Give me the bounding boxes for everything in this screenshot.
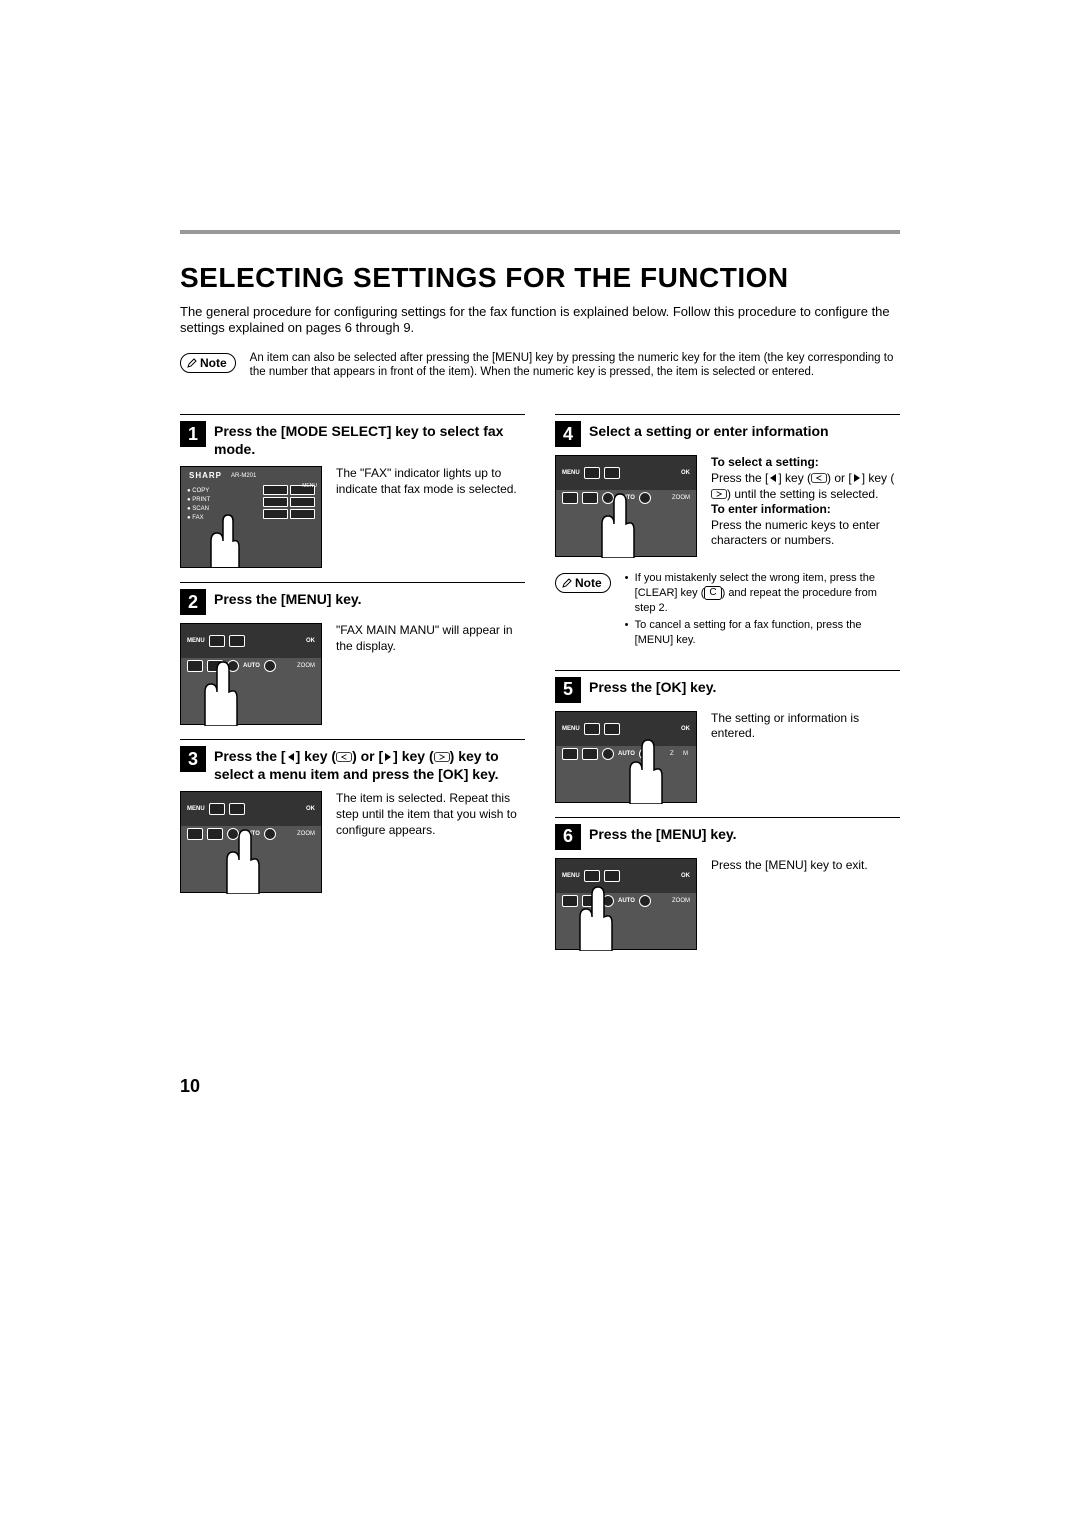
menu-panel-illustration: MENU OK AUTO ZOOM: [180, 623, 322, 725]
note-bullets: If you mistakenly select the wrong item,…: [625, 571, 900, 649]
zoom-label: ZOOM: [297, 831, 315, 837]
step-title: Press the [MENU] key.: [589, 824, 737, 844]
note-label: Note: [200, 356, 227, 370]
step-number: 4: [555, 421, 581, 447]
note-bullet-1: If you mistakenly select the wrong item,…: [625, 571, 900, 616]
mid-note: Note If you mistakenly select the wrong …: [555, 571, 900, 649]
step-title: Press the [OK] key.: [589, 677, 716, 697]
auto-label: AUTO: [243, 663, 260, 669]
step-1-head: 1 Press the [MODE SELECT] key to select …: [180, 421, 525, 458]
intro-text: The general procedure for configuring se…: [180, 304, 900, 337]
ok-label: OK: [681, 726, 690, 732]
hand-icon: [191, 511, 271, 568]
divider: [555, 817, 900, 818]
select-panel-illustration: MENU OK AUTO ZOOM: [555, 455, 697, 557]
note-text: An item can also be selected after press…: [250, 351, 900, 381]
right-triangle-icon: [852, 473, 862, 483]
menu-label: MENU: [187, 638, 205, 644]
mode-select-panel-illustration: SHARP AR-M201 COPY PRINT SCAN FAX: [180, 466, 322, 568]
top-note: Note An item can also be selected after …: [180, 351, 900, 381]
zoom-label: ZOOM: [672, 898, 690, 904]
auto-label: AUTO: [243, 831, 260, 837]
pencil-icon: [562, 578, 572, 588]
step-title: Press the [MODE SELECT] key to select fa…: [214, 421, 525, 458]
ok-label: OK: [681, 470, 690, 476]
left-triangle-icon: [286, 752, 296, 762]
divider: [555, 414, 900, 415]
step-3-body: The item is selected. Repeat this step u…: [336, 791, 525, 838]
step-4-head: 4 Select a setting or enter information: [555, 421, 900, 447]
step-title: Select a setting or enter information: [589, 421, 829, 441]
mode-print: PRINT: [187, 496, 210, 505]
menu-label: MENU: [187, 806, 205, 812]
menu-label: MENU: [562, 726, 580, 732]
left-triangle-icon: [768, 473, 778, 483]
mode-copy: COPY: [187, 487, 210, 496]
auto-label: AUTO: [618, 751, 635, 757]
brand-label: SHARP: [189, 471, 222, 480]
step-5-head: 5 Press the [OK] key.: [555, 677, 900, 703]
step-2-body: "FAX MAIN MANU" will appear in the displ…: [336, 623, 525, 654]
ok-panel-illustration: MENU OK AUTO Z M: [555, 711, 697, 803]
clear-key-icon: C: [704, 586, 721, 600]
note-bullet-2: To cancel a setting for a fax function, …: [625, 618, 900, 648]
section-rule: [180, 230, 900, 234]
menu-exit-panel-illustration: MENU OK AUTO ZOOM: [555, 858, 697, 950]
zoom-label: ZOOM: [672, 495, 690, 501]
step-number: 2: [180, 589, 206, 615]
menu-label: MENU: [562, 873, 580, 879]
pencil-icon: [187, 358, 197, 368]
model-label: AR-M201: [231, 473, 256, 479]
divider: [180, 414, 525, 415]
auto-label: AUTO: [618, 898, 635, 904]
menu-label: MENU: [562, 470, 580, 476]
step-number: 3: [180, 746, 206, 772]
arrow-panel-illustration: MENU OK AUTO ZOOM: [180, 791, 322, 893]
step-number: 6: [555, 824, 581, 850]
step-title: Press the [] key () or [] key () key to …: [214, 746, 525, 783]
step-6-body: Press the [MENU] key to exit.: [711, 858, 900, 874]
step-1-body: The "FAX" indicator lights up to indicat…: [336, 466, 525, 497]
right-key-icon: [711, 489, 727, 499]
right-triangle-icon: [383, 752, 393, 762]
menu-mini-label: MENU: [302, 483, 317, 489]
note-badge: Note: [555, 573, 611, 593]
step-number: 5: [555, 677, 581, 703]
note-badge: Note: [180, 353, 236, 373]
step-5-body: The setting or information is entered.: [711, 711, 900, 742]
zoom-label: ZOOM: [297, 663, 315, 669]
divider: [180, 739, 525, 740]
step-title: Press the [MENU] key.: [214, 589, 362, 609]
ok-label: OK: [681, 873, 690, 879]
auto-label: AUTO: [618, 495, 635, 501]
page-number: 10: [180, 1076, 200, 1097]
step-3-head: 3 Press the [] key () or [] key () key t…: [180, 746, 525, 783]
divider: [555, 670, 900, 671]
step-number: 1: [180, 421, 206, 447]
right-key-icon: [434, 752, 450, 762]
left-key-icon: [336, 752, 352, 762]
ok-label: OK: [306, 806, 315, 812]
note-label: Note: [575, 576, 602, 590]
ok-label: OK: [306, 638, 315, 644]
step-2-head: 2 Press the [MENU] key.: [180, 589, 525, 615]
step-4-body: To select a setting: Press the [] key ()…: [711, 455, 900, 549]
divider: [180, 582, 525, 583]
page-title: SELECTING SETTINGS FOR THE FUNCTION: [180, 262, 900, 294]
left-key-icon: [811, 473, 827, 483]
step-6-head: 6 Press the [MENU] key.: [555, 824, 900, 850]
